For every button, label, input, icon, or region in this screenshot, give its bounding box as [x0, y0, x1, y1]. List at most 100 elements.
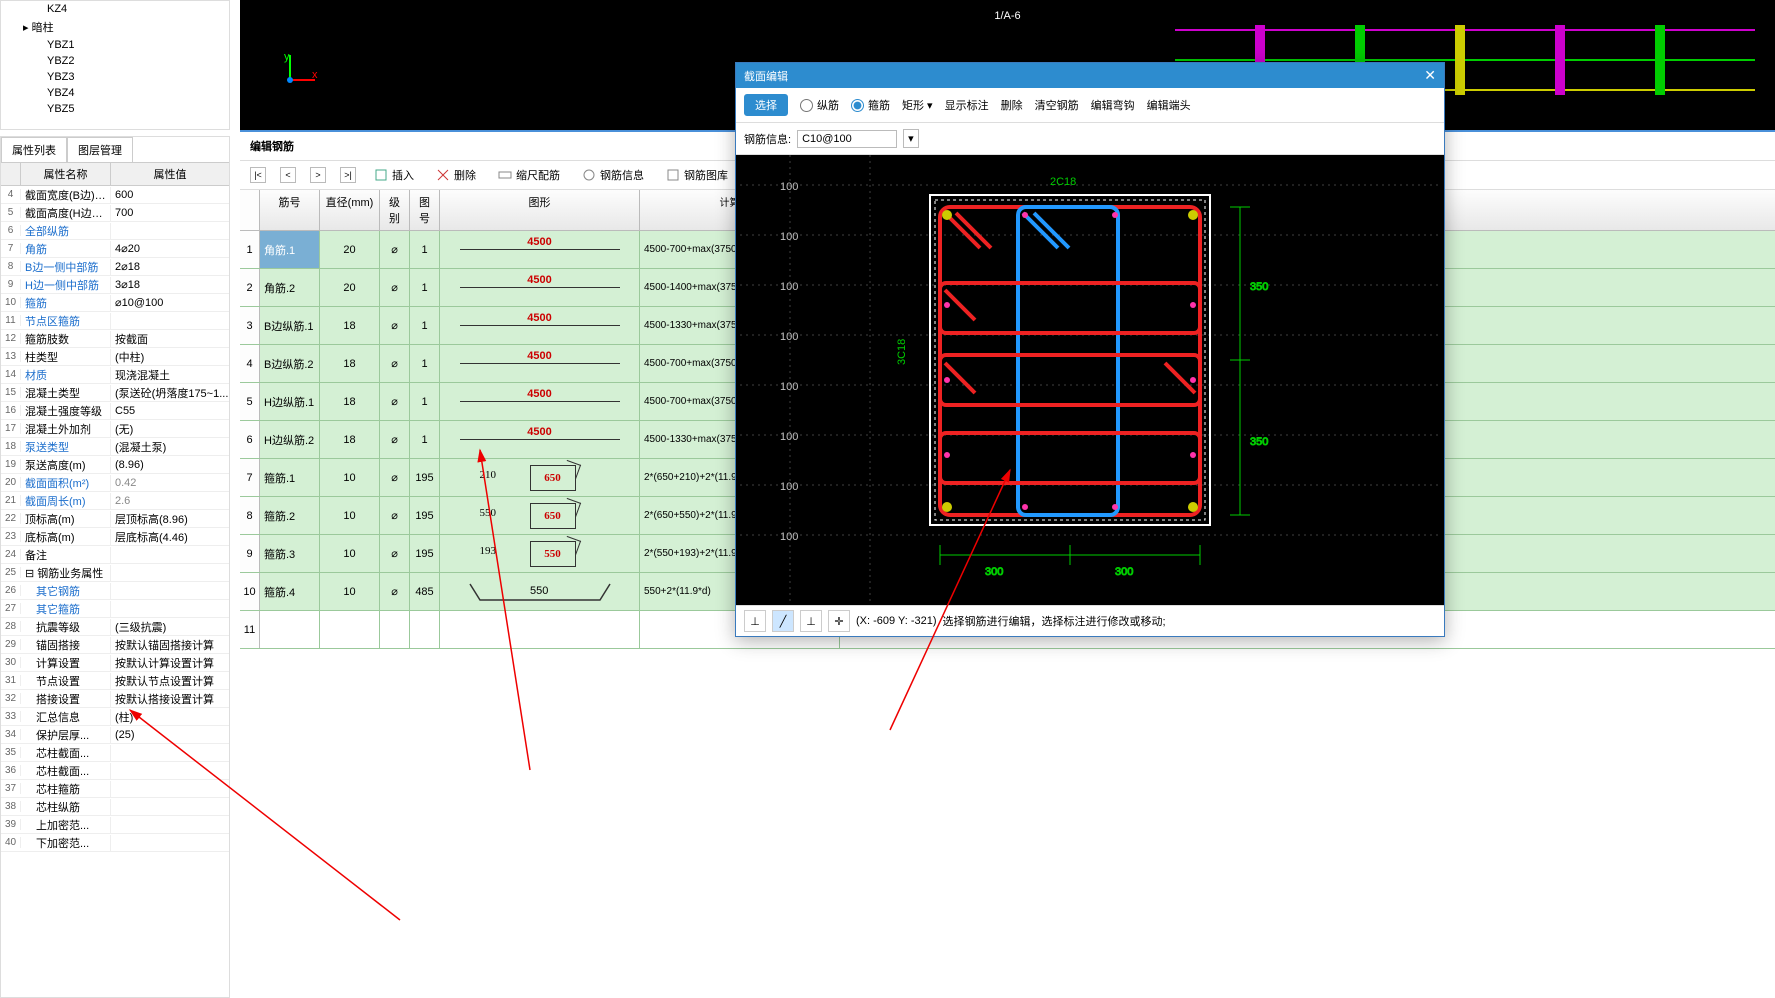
- property-row[interactable]: 4截面宽度(B边)(...600: [1, 186, 229, 204]
- insert-icon: [374, 168, 388, 182]
- property-row[interactable]: 26 其它钢筋: [1, 582, 229, 600]
- property-row[interactable]: 19泵送高度(m)(8.96): [1, 456, 229, 474]
- svg-text:100: 100: [780, 431, 798, 443]
- delete-button[interactable]: 删除: [1001, 97, 1023, 113]
- nav-prev-icon[interactable]: <: [280, 167, 296, 183]
- clear-rebar-button[interactable]: 清空钢筋: [1035, 97, 1079, 113]
- delete-icon: [436, 168, 450, 182]
- rect-button[interactable]: 矩形 ▾: [902, 97, 933, 113]
- rebar-library-button[interactable]: 钢筋图库: [662, 165, 732, 185]
- vertical-stirrup[interactable]: [1018, 207, 1118, 515]
- property-panel: 属性列表 图层管理 属性名称 属性值 4截面宽度(B边)(...6005截面高度…: [0, 136, 230, 998]
- status-btn-3[interactable]: ⊥: [800, 610, 822, 632]
- status-btn-4[interactable]: ✛: [828, 610, 850, 632]
- show-anno-button[interactable]: 显示标注: [945, 97, 989, 113]
- tree-group-hidden-column[interactable]: ▸ 暗柱: [1, 17, 229, 37]
- property-row[interactable]: 12箍筋肢数按截面: [1, 330, 229, 348]
- svg-text:100: 100: [780, 531, 798, 543]
- delete-button[interactable]: 删除: [432, 165, 480, 185]
- tab-property-list[interactable]: 属性列表: [1, 137, 67, 162]
- property-row[interactable]: 23底标高(m)层底标高(4.46): [1, 528, 229, 546]
- library-icon: [666, 168, 680, 182]
- property-row[interactable]: 36 芯柱截面...: [1, 762, 229, 780]
- tree-item[interactable]: YBZ2: [1, 53, 229, 69]
- h-stirrup-1[interactable]: [940, 283, 1200, 333]
- h-stirrup-3[interactable]: [940, 433, 1200, 483]
- status-btn-2[interactable]: ╱: [772, 610, 794, 632]
- property-row[interactable]: 17混凝土外加剂(无): [1, 420, 229, 438]
- col-shape: 图形: [440, 190, 640, 230]
- property-row[interactable]: 29 锚固搭接按默认锚固搭接计算: [1, 636, 229, 654]
- property-row[interactable]: 15混凝土类型(泵送砼(坍落度175~1...: [1, 384, 229, 402]
- tree-item[interactable]: YBZ4: [1, 85, 229, 101]
- rebar-info-input[interactable]: [797, 130, 897, 148]
- section-editor-title: 截面编辑: [744, 68, 788, 84]
- property-row[interactable]: 32 搭接设置按默认搭接设置计算: [1, 690, 229, 708]
- property-row[interactable]: 34 保护层厚...(25): [1, 726, 229, 744]
- col-grade: 级别: [380, 190, 410, 230]
- section-outline: [930, 195, 1210, 525]
- property-row[interactable]: 40 下加密范...: [1, 834, 229, 852]
- property-row[interactable]: 24备注: [1, 546, 229, 564]
- tree-item[interactable]: YBZ3: [1, 69, 229, 85]
- property-row[interactable]: 22顶标高(m)层顶标高(8.96): [1, 510, 229, 528]
- property-row[interactable]: 37 芯柱箍筋: [1, 780, 229, 798]
- dim-h2: 350: [1250, 436, 1268, 448]
- rebar-info-button[interactable]: 钢筋信息: [578, 165, 648, 185]
- nav-last-icon[interactable]: >|: [340, 167, 356, 183]
- property-row[interactable]: 25⊟ 钢筋业务属性: [1, 564, 229, 582]
- property-row[interactable]: 33 汇总信息(柱): [1, 708, 229, 726]
- tree-item[interactable]: YBZ5: [1, 101, 229, 117]
- property-row[interactable]: 5截面高度(H边)(...700: [1, 204, 229, 222]
- property-row[interactable]: 11节点区箍筋: [1, 312, 229, 330]
- property-row[interactable]: 28 抗震等级(三级抗震): [1, 618, 229, 636]
- property-row[interactable]: 18泵送类型(混凝土泵): [1, 438, 229, 456]
- section-toolbar: 选择 纵筋 箍筋 矩形 ▾ 显示标注 删除 清空钢筋 编辑弯钩 编辑端头: [736, 88, 1444, 123]
- dropdown-icon[interactable]: ▾: [903, 129, 919, 148]
- property-row[interactable]: 27 其它箍筋: [1, 600, 229, 618]
- close-icon[interactable]: ✕: [1424, 67, 1436, 84]
- property-row[interactable]: 13柱类型(中柱): [1, 348, 229, 366]
- radio-longitudinal[interactable]: 纵筋: [800, 97, 839, 113]
- radio-stirrup[interactable]: 箍筋: [851, 97, 890, 113]
- status-btn-1[interactable]: ⊥: [744, 610, 766, 632]
- select-button[interactable]: 选择: [744, 94, 788, 116]
- property-row[interactable]: 9H边一侧中部筋3⌀18: [1, 276, 229, 294]
- property-row[interactable]: 30 计算设置按默认计算设置计算: [1, 654, 229, 672]
- property-row[interactable]: 21截面周长(m)2.6: [1, 492, 229, 510]
- property-row[interactable]: 35 芯柱截面...: [1, 744, 229, 762]
- col-name: 筋号: [260, 190, 320, 230]
- component-tree[interactable]: KZ4 ▸ 暗柱 YBZ1 YBZ2 YBZ3 YBZ4 YBZ5: [0, 0, 230, 130]
- property-row[interactable]: 14材质现浇混凝土: [1, 366, 229, 384]
- property-row[interactable]: 20截面面积(m²)0.42: [1, 474, 229, 492]
- nav-first-icon[interactable]: |<: [250, 167, 266, 183]
- property-row[interactable]: 16混凝土强度等级C55: [1, 402, 229, 420]
- nav-next-icon[interactable]: >: [310, 167, 326, 183]
- property-row[interactable]: 6全部纵筋: [1, 222, 229, 240]
- tree-item[interactable]: YBZ1: [1, 37, 229, 53]
- dim-left: 3C18: [896, 339, 908, 365]
- dim-top: 2C18: [1050, 176, 1076, 188]
- property-row[interactable]: 8B边一侧中部筋2⌀18: [1, 258, 229, 276]
- edit-end-button[interactable]: 编辑端头: [1147, 97, 1191, 113]
- section-editor-titlebar[interactable]: 截面编辑 ✕: [736, 63, 1444, 88]
- svg-text:100: 100: [780, 381, 798, 393]
- property-row[interactable]: 38 芯柱纵筋: [1, 798, 229, 816]
- property-row[interactable]: 31 节点设置按默认节点设置计算: [1, 672, 229, 690]
- tree-item[interactable]: KZ4: [1, 1, 229, 17]
- property-rows[interactable]: 4截面宽度(B边)(...6005截面高度(H边)(...7006全部纵筋7角筋…: [1, 186, 229, 997]
- svg-text:550: 550: [530, 585, 548, 597]
- section-status-bar: ⊥ ╱ ⊥ ✛ (X: -609 Y: -321) 选择钢筋进行编辑，选择标注进…: [736, 605, 1444, 636]
- section-canvas[interactable]: 100100100 100100100 100100: [736, 155, 1444, 605]
- outer-stirrup[interactable]: [940, 207, 1200, 515]
- property-row[interactable]: 39 上加密范...: [1, 816, 229, 834]
- edit-hook-button[interactable]: 编辑弯钩: [1091, 97, 1135, 113]
- status-coord: (X: -609 Y: -321): [856, 615, 937, 627]
- property-row[interactable]: 7角筋4⌀20: [1, 240, 229, 258]
- h-stirrup-2[interactable]: [940, 355, 1200, 405]
- scale-rebar-button[interactable]: 缩尺配筋: [494, 165, 564, 185]
- property-row[interactable]: 10箍筋⌀10@100: [1, 294, 229, 312]
- tab-layer-manage[interactable]: 图层管理: [67, 137, 133, 162]
- insert-button[interactable]: 插入: [370, 165, 418, 185]
- header-name: 属性名称: [21, 163, 111, 185]
